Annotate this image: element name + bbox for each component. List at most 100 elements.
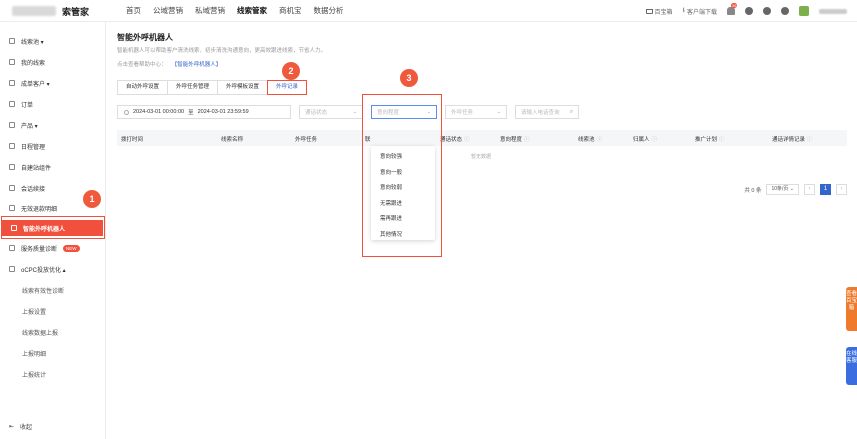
page-size-label: 10条/页 bbox=[771, 186, 789, 192]
sidebar-item-my-leads[interactable]: 我的线索 bbox=[0, 55, 106, 69]
intent-option-normal[interactable]: 意向一般 bbox=[371, 166, 435, 182]
tab-call-template-settings[interactable]: 外呼模板设置 bbox=[217, 80, 269, 95]
help-line: 点击查看帮助中心： 【智能外呼机器人】 bbox=[117, 60, 221, 68]
phone-search-input[interactable]: 请输入电话查询 ⌕ bbox=[515, 105, 579, 119]
sidebar-item-label: oCPC投放优化 ▴ bbox=[21, 267, 66, 274]
avatar[interactable] bbox=[799, 6, 809, 16]
date-start: 2024-03-01 00:00:00 bbox=[133, 109, 185, 115]
sidebar-item-orders[interactable]: 订单 bbox=[0, 97, 106, 111]
intent-option-no-follow[interactable]: 无需跟进 bbox=[371, 197, 435, 213]
message-icon[interactable] bbox=[781, 7, 789, 15]
page-number-button[interactable]: 1 bbox=[820, 184, 831, 195]
col-call-status-label: 通话状态 bbox=[440, 137, 463, 143]
schedule-icon bbox=[9, 143, 15, 149]
username[interactable] bbox=[819, 8, 847, 14]
new-badge: NEW bbox=[63, 244, 80, 252]
prev-page-button[interactable]: ‹ bbox=[804, 184, 815, 195]
sidebar-item-ocpc[interactable]: oCPC投放优化 ▴ bbox=[0, 262, 106, 276]
col-lead-pool-label: 线索池 bbox=[578, 137, 595, 143]
brand-title: 索管家 bbox=[62, 7, 90, 17]
sidebar-item-products[interactable]: 产品 ▾ bbox=[0, 118, 106, 132]
sidebar-item-service-diagnosis[interactable]: 服务质量诊断 NEW bbox=[0, 241, 106, 255]
help-prefix: 点击查看帮助中心： bbox=[117, 62, 167, 68]
nav-public-marketing[interactable]: 公域营销 bbox=[147, 0, 189, 22]
col-lead-name: 线索名称 bbox=[221, 137, 244, 143]
sidebar-item-label: 服务质量诊断 bbox=[21, 246, 58, 253]
nav-lead-manager[interactable]: 线索管家 bbox=[231, 0, 273, 22]
baidu-box-link[interactable]: 百宝箱 bbox=[645, 7, 673, 16]
sidebar-item-label: 产品 ▾ bbox=[21, 123, 38, 130]
intent-level-dropdown: 意向较强 意向一般 意向较弱 无需跟进 需再跟进 其他情况 bbox=[371, 146, 435, 240]
client-download-link[interactable]: ⭳ 客户端下载 bbox=[683, 6, 717, 17]
nav-private-marketing[interactable]: 私域营销 bbox=[189, 0, 231, 22]
sidebar-item-lead-validity[interactable]: 线索有效性诊断 bbox=[0, 283, 106, 297]
baidu-box-float-button[interactable]: 查看百宝箱 bbox=[846, 287, 857, 331]
sidebar-item-lead-pool[interactable]: 线索池 ▾ bbox=[0, 34, 106, 48]
question-icon: ⓘ bbox=[596, 137, 603, 143]
sidebar-item-label: 会话续接 bbox=[21, 186, 46, 193]
page-description: 智能机器人可以帮助客户清洗线索、初步清洗沟通意向，更高效跟进线索，节省人力。 bbox=[117, 48, 327, 54]
total-count: 共 0 条 bbox=[744, 187, 762, 194]
step-1-badge: 1 bbox=[83, 190, 101, 208]
sidebar-item-schedule[interactable]: 日程管理 bbox=[0, 139, 106, 153]
top-nav: 首页 公域营销 私域营销 线索管家 商机宝 数据分析 bbox=[120, 0, 350, 22]
call-status-placeholder: 通话状态 bbox=[305, 110, 328, 116]
clock-icon bbox=[124, 109, 129, 115]
lead-pool-icon bbox=[9, 38, 15, 44]
sidebar-item-label: 成单客户 ▾ bbox=[21, 81, 50, 88]
question-icon: ⓘ bbox=[807, 137, 813, 143]
tab-bar: 自动外呼设置 外呼任务管理 外呼模板设置 外呼记录 bbox=[117, 80, 308, 95]
sidebar-item-lead-report[interactable]: 线索数据上报 bbox=[0, 325, 106, 339]
call-status-select[interactable]: 通话状态 ⌄ bbox=[299, 105, 363, 119]
intent-option-weak[interactable]: 意向较弱 bbox=[371, 181, 435, 197]
logo-image bbox=[12, 6, 56, 16]
sidebar-item-report-detail[interactable]: 上报明细 bbox=[0, 346, 106, 360]
col-owner: 归属人 ⓘ bbox=[633, 135, 657, 143]
date-separator: 至 bbox=[188, 110, 194, 116]
nav-home[interactable]: 首页 bbox=[120, 0, 147, 22]
sidebar-item-report-settings[interactable]: 上报设置 bbox=[0, 304, 106, 318]
date-end: 2024-03-01 23:59:59 bbox=[197, 109, 249, 115]
intent-option-other[interactable]: 其他情况 bbox=[371, 228, 435, 244]
next-page-button[interactable]: › bbox=[836, 184, 847, 195]
product-icon bbox=[9, 122, 15, 128]
help-center-link[interactable]: 【智能外呼机器人】 bbox=[175, 62, 222, 68]
collapse-button[interactable]: ⇤ 收起 bbox=[9, 422, 32, 431]
sidebar-item-label: 自建站组件 bbox=[21, 165, 52, 172]
date-range-picker[interactable]: 2024-03-01 00:00:00 至 2024-03-01 23:59:5… bbox=[117, 105, 291, 119]
page-size-select[interactable]: 10条/页 ⌄ bbox=[766, 184, 799, 195]
sidebar-item-label: 日程管理 bbox=[21, 144, 46, 151]
question-icon: ⓘ bbox=[719, 137, 725, 143]
nav-opportunity[interactable]: 商机宝 bbox=[273, 0, 308, 22]
my-leads-icon bbox=[9, 59, 15, 65]
help-icon[interactable] bbox=[745, 7, 753, 15]
sidebar-item-customers[interactable]: 成单客户 ▾ bbox=[0, 76, 106, 90]
search-icon: ⌕ bbox=[569, 108, 573, 115]
call-task-select[interactable]: 外呼任务 ⌄ bbox=[445, 105, 507, 119]
sidebar-item-site-widgets[interactable]: 自建站组件 bbox=[0, 160, 106, 174]
question-icon: ⓘ bbox=[524, 137, 530, 143]
step1-highlight-box bbox=[1, 216, 105, 239]
step-2-badge: 2 bbox=[282, 62, 300, 80]
tab-call-task-management[interactable]: 外呼任务管理 bbox=[167, 80, 219, 95]
sidebar-item-report-stats[interactable]: 上报统计 bbox=[0, 367, 106, 381]
baidu-box-label: 百宝箱 bbox=[654, 9, 673, 16]
diagnosis-icon bbox=[9, 245, 15, 251]
collapse-icon: ⇤ bbox=[9, 424, 15, 430]
table-header: 拨打时间 线索名称 外呼任务 联 通话状态 ⓘ 意向程度 ⓘ 线索池 ⓘ 归属人 ⓘ 推… bbox=[117, 130, 847, 146]
tab-auto-call-settings[interactable]: 自动外呼设置 bbox=[117, 80, 169, 95]
intent-option-strong[interactable]: 意向较强 bbox=[371, 150, 435, 166]
bell-icon[interactable]: 36 bbox=[727, 3, 738, 15]
online-service-float-button[interactable]: 在线客服 bbox=[846, 347, 857, 385]
tab-call-records[interactable]: 外呼记录 bbox=[267, 80, 308, 95]
ocpc-icon bbox=[9, 266, 15, 272]
refund-icon bbox=[9, 205, 15, 211]
order-icon bbox=[9, 101, 15, 107]
nav-data-analysis[interactable]: 数据分析 bbox=[308, 0, 350, 22]
intent-option-follow-again[interactable]: 需再跟进 bbox=[371, 212, 435, 228]
user-icon bbox=[9, 80, 15, 86]
settings-icon[interactable] bbox=[763, 7, 771, 15]
col-call-time: 拨打时间 bbox=[121, 137, 144, 143]
client-download-label: 客户端下载 bbox=[686, 9, 717, 16]
collapse-label: 收起 bbox=[20, 425, 33, 431]
